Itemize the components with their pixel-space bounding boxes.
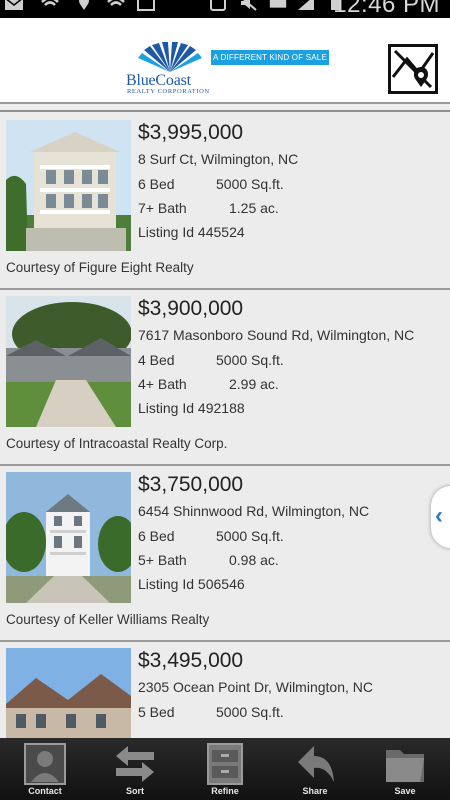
listing-address: 6454 Shinnwood Rd, Wilmington, NC <box>138 503 370 519</box>
contact-button[interactable]: Contact <box>0 738 90 800</box>
network-type-icon <box>269 0 287 8</box>
nfc-icon <box>210 0 226 11</box>
listing-baths: 4+ Bath <box>138 376 187 392</box>
listing-sqft: 5000 Sq.ft. <box>216 704 284 720</box>
listing-card[interactable]: $3,750,000 6454 Shinnwood Rd, Wilmington… <box>0 466 450 642</box>
listing-address: 2305 Ocean Point Dr, Wilmington, NC <box>138 679 373 695</box>
bluecoast-logo[interactable]: A DIFFERENT KIND OF SALE BlueCoast REALT… <box>126 42 336 98</box>
share-button[interactable]: Share <box>270 738 360 800</box>
email-icon <box>5 0 23 10</box>
listing-price: $3,995,000 <box>138 121 244 144</box>
listing-address: 8 Surf Ct, Wilmington, NC <box>138 151 299 167</box>
listing-photo[interactable] <box>6 472 131 603</box>
map-pin-icon <box>391 49 435 89</box>
listing-beds: 5 Bed <box>138 704 175 720</box>
refine-button[interactable]: Refine <box>180 738 270 800</box>
listing-photo[interactable] <box>6 648 131 738</box>
listing-card[interactable]: $3,495,000 2305 Ocean Point Dr, Wilmingt… <box>0 642 450 738</box>
status-time: 12:46 PM <box>333 0 440 18</box>
bottom-toolbar: Contact Sort Refine Share Save <box>0 738 450 800</box>
listing-baths: 5+ Bath <box>138 552 187 568</box>
share-label: Share <box>302 786 328 796</box>
sort-label: Sort <box>126 786 144 796</box>
divider <box>0 110 450 112</box>
map-view-button[interactable] <box>388 44 438 94</box>
listing-sqft: 5000 Sq.ft. <box>216 352 284 368</box>
contact-icon <box>24 743 66 785</box>
listing-beds: 6 Bed <box>138 176 175 192</box>
listing-id: Listing Id 445524 <box>138 224 245 240</box>
listing-courtesy: Courtesy of Keller Williams Realty <box>6 612 210 627</box>
wifi-icon <box>41 0 59 6</box>
listing-address: 7617 Masonboro Sound Rd, Wilmington, NC <box>138 327 415 343</box>
chevron-left-icon: ‹ <box>435 502 443 529</box>
folder-icon <box>386 750 424 782</box>
listing-card[interactable]: $3,995,000 8 Surf Ct, Wilmington, NC 6 B… <box>0 114 450 290</box>
listing-acres: 2.99 ac. <box>229 376 279 392</box>
listing-id: Listing Id 492188 <box>138 400 245 416</box>
save-button[interactable]: Save <box>360 738 450 800</box>
location-icon <box>79 0 89 10</box>
logo-brand-sub: REALTY CORPORATION <box>127 88 210 95</box>
listing-beds: 6 Bed <box>138 528 175 544</box>
logo-tagline: A DIFFERENT KIND OF SALE <box>211 50 329 65</box>
image-icon <box>137 0 155 11</box>
filing-cabinet-icon <box>207 743 243 785</box>
listing-sqft: 5000 Sq.ft. <box>216 528 284 544</box>
listing-photo[interactable] <box>6 296 131 427</box>
listing-photo[interactable] <box>6 120 131 251</box>
status-bar: 12:46 PM <box>0 0 450 18</box>
logo-sunburst-icon <box>138 42 202 72</box>
side-drawer-tab[interactable]: ‹ <box>431 486 450 548</box>
listing-baths: 7+ Bath <box>138 200 187 216</box>
app-header: A DIFFERENT KIND OF SALE BlueCoast REALT… <box>0 18 450 104</box>
wifi-question-icon <box>107 0 125 6</box>
sort-button[interactable]: Sort <box>90 738 180 800</box>
listing-card[interactable]: $3,900,000 7617 Masonboro Sound Rd, Wilm… <box>0 290 450 466</box>
listing-list[interactable]: $3,995,000 8 Surf Ct, Wilmington, NC 6 B… <box>0 104 450 738</box>
refine-label: Refine <box>211 786 239 796</box>
listing-beds: 4 Bed <box>138 352 175 368</box>
listing-id: Listing Id 506546 <box>138 576 245 592</box>
signal-icon <box>298 0 314 10</box>
contact-label: Contact <box>28 786 62 796</box>
listing-acres: 1.25 ac. <box>229 200 279 216</box>
listing-price: $3,750,000 <box>138 473 244 496</box>
listing-sqft: 5000 Sq.ft. <box>216 176 284 192</box>
share-arrow-icon <box>298 746 334 782</box>
listing-price: $3,495,000 <box>138 649 244 672</box>
listing-acres: 0.98 ac. <box>229 552 279 568</box>
save-label: Save <box>394 786 416 796</box>
listing-price: $3,900,000 <box>138 297 244 320</box>
listing-courtesy: Courtesy of Figure Eight Realty <box>6 260 194 275</box>
mute-icon <box>241 0 257 11</box>
sort-arrows-icon <box>116 746 154 782</box>
listing-courtesy: Courtesy of Intracoastal Realty Corp. <box>6 436 228 451</box>
